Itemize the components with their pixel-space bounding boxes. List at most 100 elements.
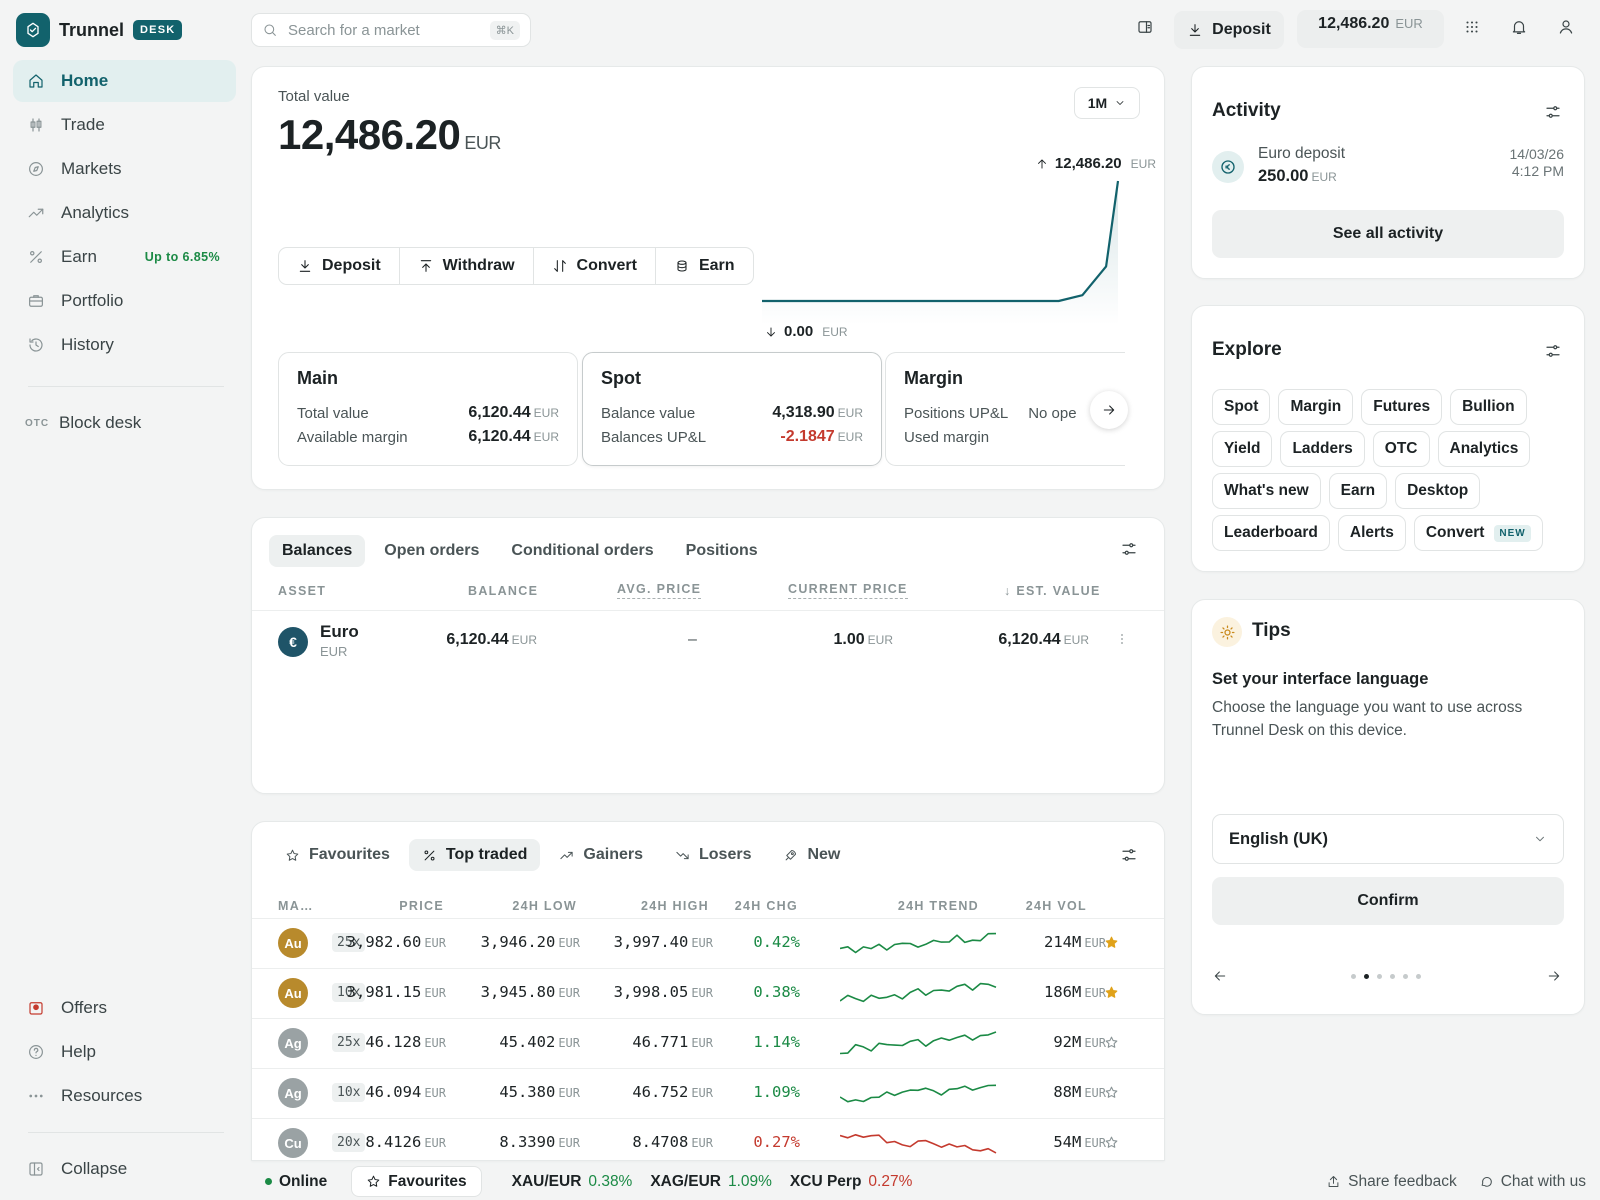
- status-favourites-button[interactable]: Favourites: [351, 1166, 482, 1197]
- sidebar-item-home[interactable]: Home: [13, 60, 236, 102]
- sidebar-item-portfolio[interactable]: Portfolio: [13, 280, 236, 322]
- pagination-dot[interactable]: [1390, 974, 1395, 979]
- market-search[interactable]: ⌘K: [251, 13, 531, 47]
- layout-toggle-button[interactable]: [1136, 18, 1154, 36]
- accounts-next-button[interactable]: [1090, 391, 1128, 429]
- account-card-main[interactable]: Main Total value 6,120.44 EUR Available ma…: [278, 352, 578, 466]
- chip-bullion[interactable]: Bullion: [1450, 389, 1527, 425]
- tab-favourites[interactable]: Favourites: [272, 839, 403, 871]
- language-select[interactable]: English (UK): [1212, 814, 1564, 864]
- tips-next-button[interactable]: [1546, 968, 1562, 984]
- ticker-xcu[interactable]: XCU Perp 0.27%: [790, 1173, 912, 1191]
- table-row[interactable]: Cu 20x 8.4126 EUR 8.3390 EUR 8.4708 EUR 0.27% 54M…: [252, 1118, 1164, 1160]
- col-current-price[interactable]: CURRENT PRICE: [788, 582, 908, 599]
- star-icon[interactable]: [1104, 1035, 1119, 1050]
- tab-balances[interactable]: Balances: [269, 535, 366, 567]
- col-asset[interactable]: ASSET: [278, 584, 326, 598]
- chip-leaderboard[interactable]: Leaderboard: [1212, 515, 1330, 551]
- tab-open-orders[interactable]: Open orders: [371, 535, 492, 567]
- tab-positions[interactable]: Positions: [673, 535, 771, 567]
- profile-button[interactable]: [1557, 18, 1575, 36]
- tab-gainers[interactable]: Gainers: [546, 839, 656, 871]
- chip-analytics[interactable]: Analytics: [1437, 431, 1531, 467]
- col-est-value[interactable]: ↓ EST. VALUE: [1004, 584, 1101, 598]
- col-price[interactable]: PRICE: [399, 899, 444, 913]
- col-balance[interactable]: BALANCE: [468, 584, 538, 598]
- tips-prev-button[interactable]: [1212, 968, 1228, 984]
- col-24h-high[interactable]: 24H HIGH: [641, 899, 709, 913]
- chip-convert[interactable]: Convert NEW: [1413, 515, 1543, 551]
- sidebar-item-offers[interactable]: Offers: [13, 987, 236, 1029]
- table-row[interactable]: Ag 25x 46.128 EUR 45.402 EUR 46.771 EUR 1.14% 92M…: [252, 1018, 1164, 1068]
- account-card-margin[interactable]: Margin Positions UP&L No ope Used margin: [885, 352, 1125, 466]
- sidebar-item-trade[interactable]: Trade: [13, 104, 236, 146]
- pagination-dot[interactable]: [1377, 974, 1382, 979]
- chat-link[interactable]: Chat with us: [1479, 1173, 1586, 1191]
- collapse-button[interactable]: Collapse: [13, 1148, 236, 1190]
- col-24h-vol[interactable]: 24H VOL: [1026, 899, 1087, 913]
- ticker-xau[interactable]: XAU/EUR 0.38%: [512, 1173, 633, 1191]
- chip-spot[interactable]: Spot: [1212, 389, 1271, 425]
- convert-button[interactable]: Convert: [534, 248, 656, 284]
- table-row[interactable]: € Euro EUR 6,120.44 EUR – 1.00 EUR 6,120.4…: [252, 613, 1164, 673]
- sidebar-item-history[interactable]: History: [13, 324, 236, 366]
- chip-alerts[interactable]: Alerts: [1337, 515, 1406, 551]
- sidebar-item-earn[interactable]: Earn Up to 6.85%: [13, 236, 236, 278]
- chip-yield[interactable]: Yield: [1212, 431, 1273, 467]
- star-icon[interactable]: [1104, 1085, 1119, 1100]
- col-market[interactable]: MA…: [278, 899, 314, 913]
- star-filled-icon[interactable]: [1104, 985, 1119, 1000]
- account-card-spot[interactable]: Spot Balance value 4,318.90 EUR Balances U…: [582, 352, 882, 466]
- sidebar-item-resources[interactable]: Resources: [13, 1075, 236, 1117]
- col-24h-low[interactable]: 24H LOW: [512, 899, 577, 913]
- star-icon[interactable]: [1104, 1135, 1119, 1150]
- explore-filter-button[interactable]: [1544, 342, 1562, 360]
- chip-margin[interactable]: Margin: [1278, 389, 1354, 425]
- see-all-activity-button[interactable]: See all activity: [1212, 210, 1564, 258]
- tab-conditional-orders[interactable]: Conditional orders: [498, 535, 666, 567]
- sidebar-item-markets[interactable]: Markets: [13, 148, 236, 190]
- row-value: 6,120.44: [468, 428, 531, 445]
- pagination-dot[interactable]: [1403, 974, 1408, 979]
- ticker-xag[interactable]: XAG/EUR 1.09%: [650, 1173, 772, 1191]
- chip-whats-new[interactable]: What's new: [1212, 473, 1321, 509]
- pagination-dot[interactable]: [1416, 974, 1421, 979]
- sidebar-item-block-desk[interactable]: OTC Block desk: [13, 402, 236, 444]
- table-row[interactable]: Au 10x 3,981.15 EUR 3,945.80 EUR 3,998.05 EUR 0.…: [252, 968, 1164, 1018]
- brand[interactable]: Trunnel DESK: [16, 13, 183, 47]
- range-select[interactable]: 1M: [1074, 87, 1140, 119]
- row-menu-button[interactable]: [1114, 631, 1130, 647]
- table-row[interactable]: Au 25x 3,982.60 EUR 3,946.20 EUR 3,997.40 EUR 0.…: [252, 918, 1164, 968]
- col-24h-chg[interactable]: 24H CHG: [735, 899, 798, 913]
- confirm-language-button[interactable]: Confirm: [1212, 877, 1564, 925]
- sidebar-item-analytics[interactable]: Analytics: [13, 192, 236, 234]
- pagination-dot[interactable]: [1364, 974, 1369, 979]
- chip-desktop[interactable]: Desktop: [1395, 473, 1481, 509]
- activity-item[interactable]: Euro deposit 250.00 EUR 14/03/26 4:12 PM: [1212, 145, 1564, 195]
- sidebar-item-help[interactable]: Help: [13, 1031, 236, 1073]
- share-feedback-link[interactable]: Share feedback: [1326, 1173, 1457, 1191]
- tab-top-traded[interactable]: Top traded: [408, 839, 541, 871]
- star-filled-icon[interactable]: [1104, 935, 1119, 950]
- withdraw-button[interactable]: Withdraw: [400, 248, 534, 284]
- deposit-button[interactable]: Deposit: [279, 248, 400, 284]
- apps-button[interactable]: [1463, 18, 1481, 36]
- markets-filter-button[interactable]: [1120, 846, 1138, 864]
- table-row[interactable]: Ag 10x 46.094 EUR 45.380 EUR 46.752 EUR 1.09% 88M…: [252, 1068, 1164, 1118]
- topbar-deposit-button[interactable]: Deposit: [1174, 11, 1284, 49]
- chip-otc[interactable]: OTC: [1372, 431, 1430, 467]
- earn-button[interactable]: Earn: [656, 248, 753, 284]
- balances-filter-button[interactable]: [1120, 540, 1138, 558]
- chip-futures[interactable]: Futures: [1361, 389, 1443, 425]
- notifications-button[interactable]: [1510, 18, 1528, 36]
- tab-losers[interactable]: Losers: [662, 839, 764, 871]
- search-input[interactable]: [288, 21, 468, 39]
- chip-earn[interactable]: Earn: [1328, 473, 1388, 509]
- pagination-dot[interactable]: [1351, 974, 1356, 979]
- topbar-balance[interactable]: 12,486.20 EUR: [1297, 10, 1444, 48]
- activity-filter-button[interactable]: [1544, 103, 1562, 121]
- col-avg-price[interactable]: AVG. PRICE: [617, 582, 702, 599]
- tab-new[interactable]: New: [770, 839, 853, 871]
- col-24h-trend[interactable]: 24H TREND: [898, 899, 979, 913]
- chip-ladders[interactable]: Ladders: [1280, 431, 1365, 467]
